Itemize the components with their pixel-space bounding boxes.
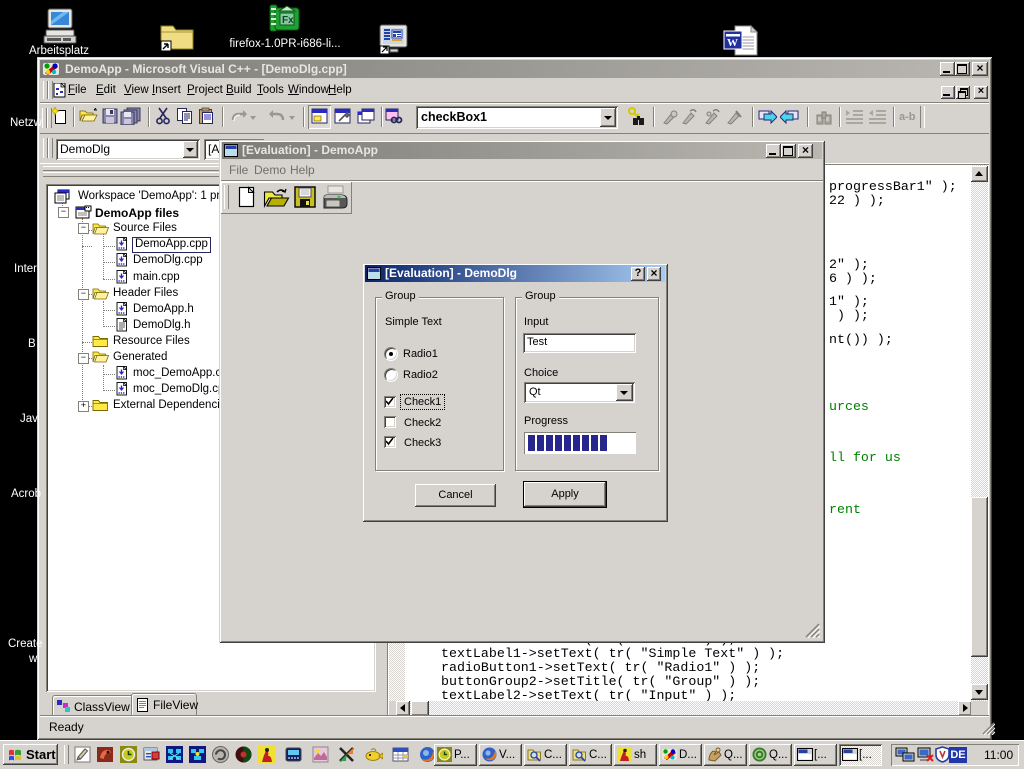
svg-text:W: W <box>727 37 738 49</box>
svg-text:Fx: Fx <box>282 15 294 26</box>
